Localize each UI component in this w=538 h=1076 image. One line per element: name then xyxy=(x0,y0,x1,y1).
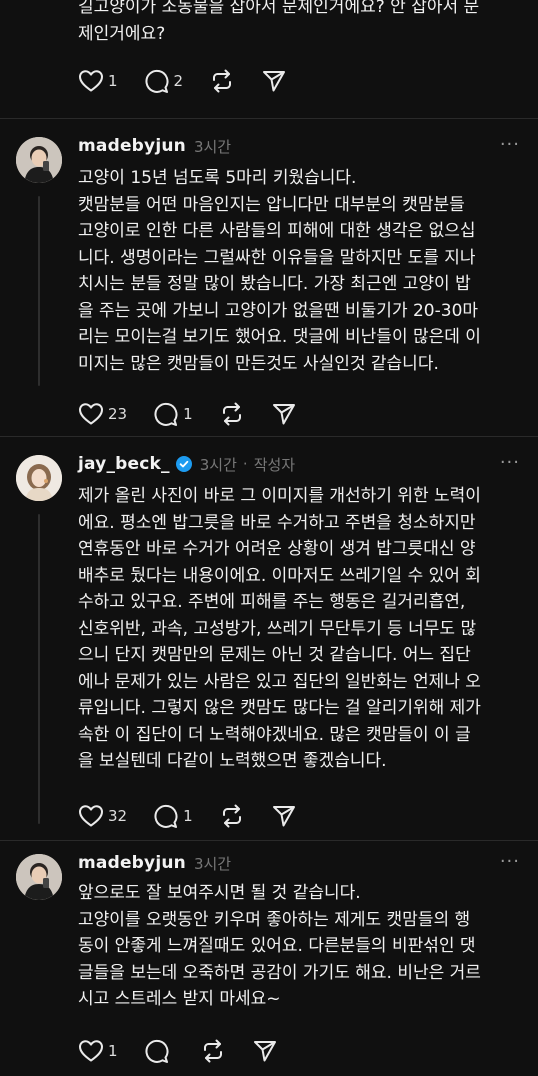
timestamp: 3시간 xyxy=(193,854,232,873)
more-options-icon[interactable]: ··· xyxy=(500,134,520,155)
heart-icon xyxy=(79,403,103,425)
timestamp: 3시간 xyxy=(199,455,237,474)
like-count: 32 xyxy=(108,807,128,825)
comment-header: jay_beck_ 3시간 · 작성자 xyxy=(78,452,295,476)
comment-actions: 23 1 xyxy=(78,400,323,428)
comment-icon xyxy=(145,69,168,93)
like-button[interactable]: 32 xyxy=(78,804,127,828)
comment-icon xyxy=(154,402,178,426)
avatar[interactable] xyxy=(16,854,62,900)
comment-icon xyxy=(145,1039,168,1063)
comment-actions: 1 xyxy=(78,1037,304,1065)
share-button[interactable] xyxy=(271,401,297,427)
username[interactable]: jay_beck_ xyxy=(78,454,170,474)
comment: madebyjun 3시간 ··· 고양이 15년 넘도록 5마리 키웠습니다.… xyxy=(0,118,538,436)
comment-icon xyxy=(154,804,178,828)
heart-icon xyxy=(79,1040,103,1062)
avatar[interactable] xyxy=(16,455,62,501)
verified-badge-icon xyxy=(175,456,192,472)
repost-icon xyxy=(222,402,241,426)
share-button[interactable] xyxy=(252,1038,278,1064)
repost-icon xyxy=(222,804,241,828)
author-tag: 작성자 xyxy=(253,455,296,474)
more-options-icon[interactable]: ··· xyxy=(500,452,520,473)
like-button[interactable]: 1 xyxy=(78,1039,118,1063)
reply-count: 2 xyxy=(173,72,184,90)
post-text: 길고양이가 소동물을 잡아서 문제인거에요? 안 잡아서 문 제인거에요? xyxy=(78,0,480,44)
send-icon xyxy=(263,71,286,92)
share-button[interactable] xyxy=(261,68,287,94)
comment-text: 앞으로도 잘 보여주시면 될 것 같습니다. 고양이를 오랫동안 키우며 좋아하… xyxy=(78,883,481,1009)
like-count: 1 xyxy=(108,1042,118,1060)
repost-button[interactable] xyxy=(219,803,245,829)
repost-button[interactable] xyxy=(219,401,245,427)
top-post: 길고양이가 소동물을 잡아서 문제인거에요? 안 잡아서 문 제인거에요? 1 … xyxy=(0,0,538,110)
send-icon xyxy=(272,806,295,827)
send-icon xyxy=(253,1041,276,1062)
comment-text: 고양이 15년 넘도록 5마리 키웠습니다. 캣맘분들 어떤 마음인지는 압니다… xyxy=(78,168,481,374)
like-count: 23 xyxy=(108,405,128,423)
reply-button[interactable] xyxy=(144,1038,174,1064)
comment-header: madebyjun 3시간 xyxy=(78,134,231,158)
repost-icon xyxy=(203,1039,222,1063)
more-options-icon[interactable]: ··· xyxy=(500,851,520,872)
reply-count: 1 xyxy=(183,807,193,825)
timestamp: 3시간 xyxy=(193,137,232,156)
comment-header: madebyjun 3시간 xyxy=(78,851,231,875)
heart-icon xyxy=(79,805,103,827)
comment-actions: 32 1 xyxy=(78,802,323,830)
share-button[interactable] xyxy=(271,803,297,829)
thread-line xyxy=(38,196,40,386)
comment: jay_beck_ 3시간 · 작성자 ··· 제가 올린 사진이 바로 그 이… xyxy=(0,436,538,840)
like-count: 1 xyxy=(108,72,118,90)
separator-dot: · xyxy=(242,455,248,473)
repost-button[interactable] xyxy=(200,1038,226,1064)
reply-button[interactable]: 1 xyxy=(153,803,193,829)
reply-count: 1 xyxy=(183,405,193,423)
thread-line xyxy=(38,514,40,824)
avatar[interactable] xyxy=(16,137,62,183)
username[interactable]: madebyjun xyxy=(78,136,186,156)
username[interactable]: madebyjun xyxy=(78,853,186,873)
reply-button[interactable]: 2 xyxy=(144,68,184,94)
comment-text: 제가 올린 사진이 바로 그 이미지를 개선하기 위한 노력이 에요. 평소엔 … xyxy=(78,486,481,771)
comment: madebyjun 3시간 ··· 앞으로도 잘 보여주시면 될 것 같습니다.… xyxy=(0,840,538,1076)
send-icon xyxy=(272,404,295,425)
reply-button[interactable]: 1 xyxy=(153,401,193,427)
post-actions: 1 2 xyxy=(78,67,313,95)
heart-icon xyxy=(79,70,103,92)
like-button[interactable]: 1 xyxy=(78,69,118,93)
repost-button[interactable] xyxy=(209,68,235,94)
like-button[interactable]: 23 xyxy=(78,402,127,426)
repost-icon xyxy=(213,69,232,93)
